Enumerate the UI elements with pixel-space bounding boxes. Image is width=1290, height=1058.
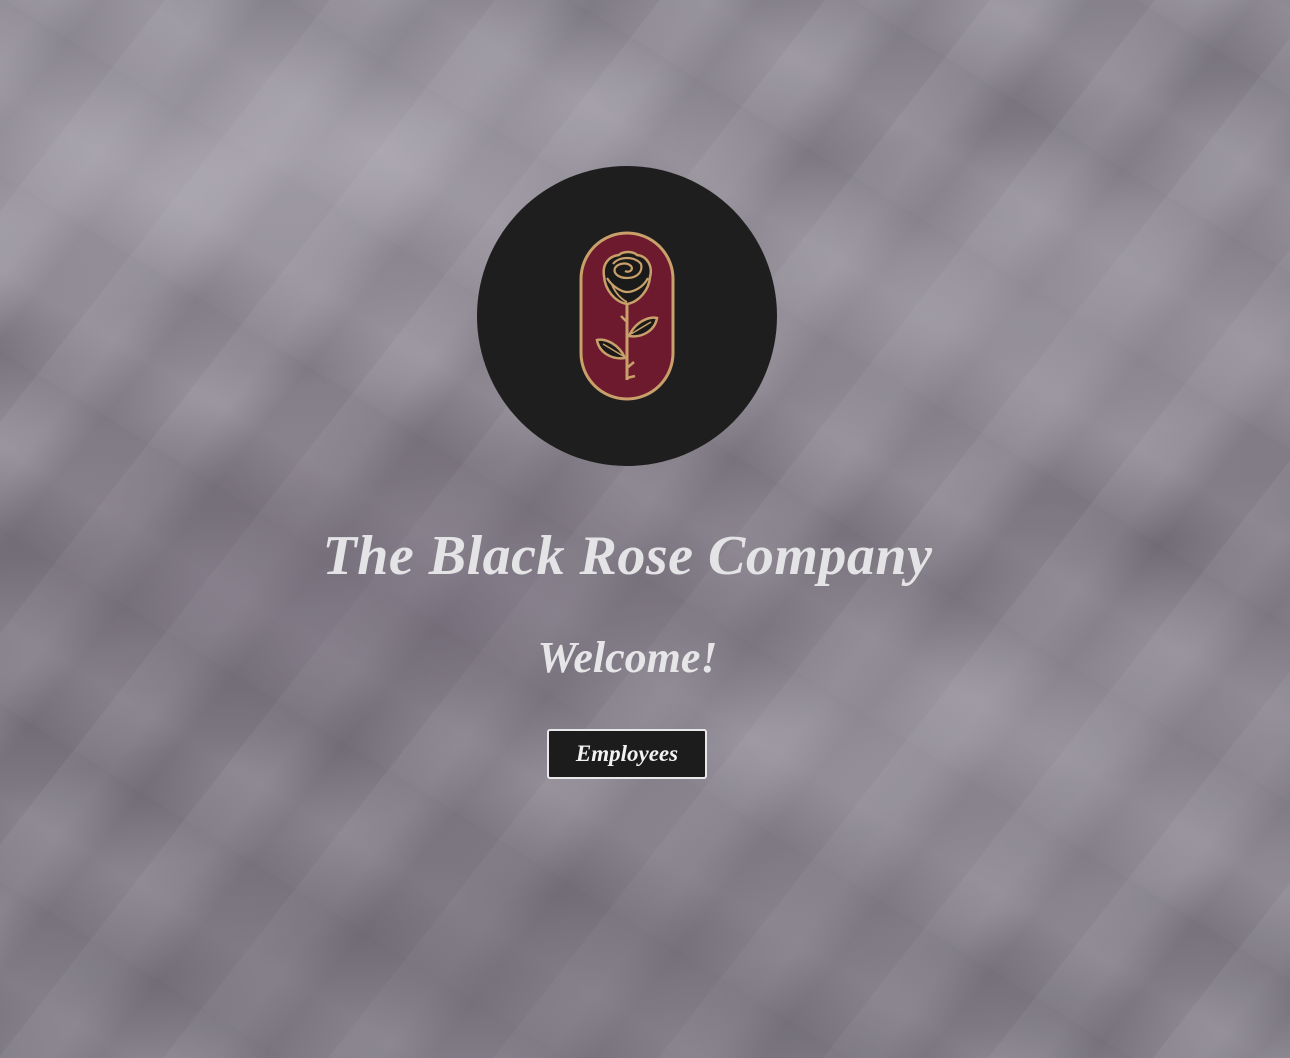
welcome-heading: Welcome! [537, 633, 718, 682]
page-title: The Black Rose Company [322, 525, 933, 587]
company-logo [477, 166, 777, 466]
employees-button[interactable]: Employees [547, 729, 707, 779]
rose-icon [579, 231, 675, 401]
